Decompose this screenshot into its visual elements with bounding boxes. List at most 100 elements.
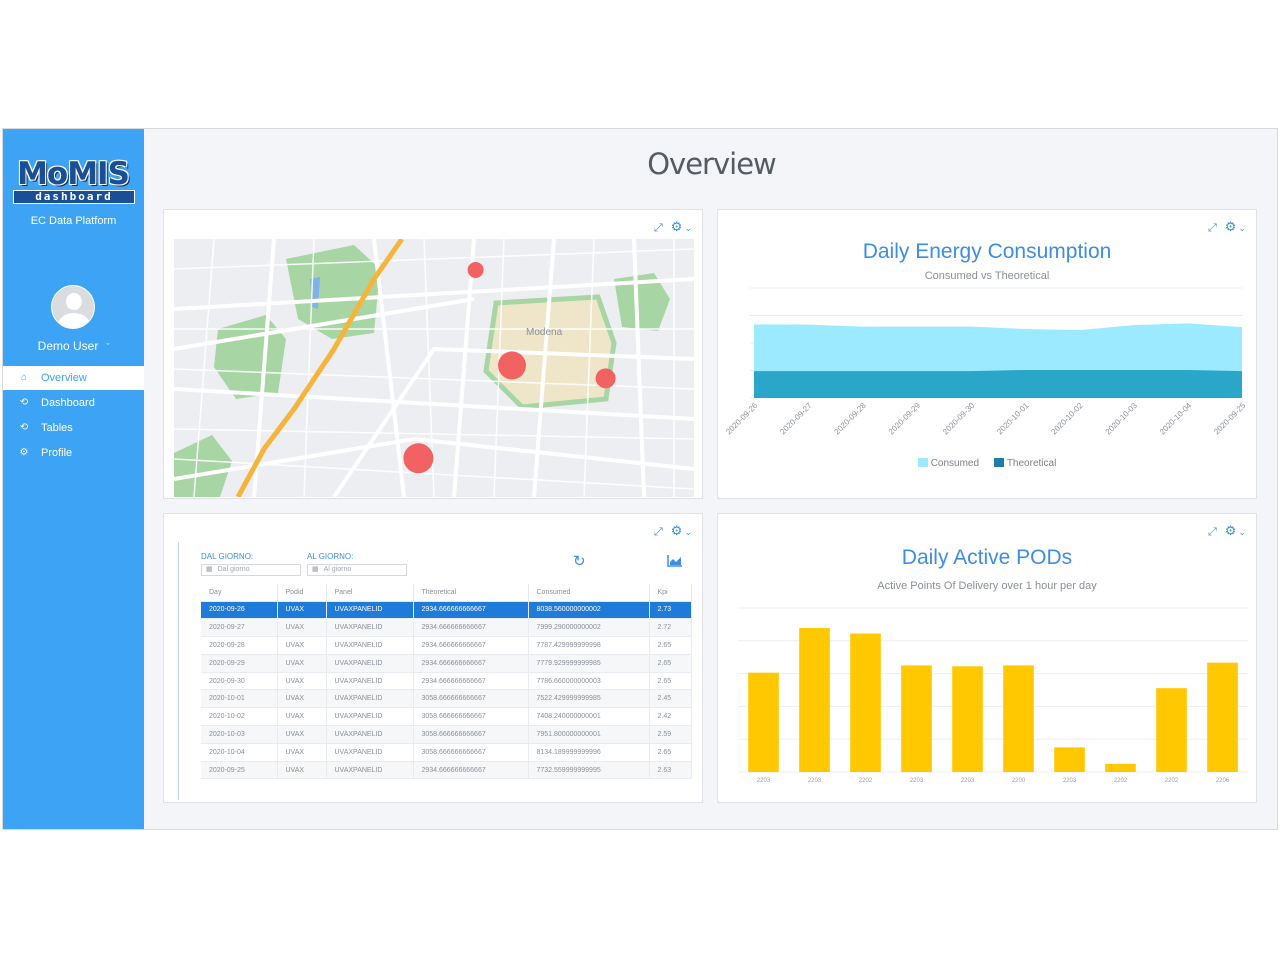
bar-9[interactable] [1207,662,1238,772]
table-cell: 2.72 [649,618,692,638]
column-header-kpi[interactable]: Kpi [649,584,692,602]
table-row[interactable]: 2020-10-03 UVAX UVAXPANELID 3058.6666666666… [201,725,692,744]
x-tick-label: 2203 [1063,778,1077,784]
sidebar-item-dashboard[interactable]: ⟲ Dashboard [3,391,144,415]
avatar[interactable] [51,285,95,329]
legend-item-consumed[interactable]: Consumed [917,458,979,469]
expand-icon[interactable]: ⤢ [654,222,663,235]
user-menu[interactable]: Demo User ˇ [3,339,144,353]
legend-item-theoretical[interactable]: Theoretical [993,458,1057,469]
map-view[interactable]: Modena [174,239,694,497]
column-header-consumed[interactable]: Consumed [528,584,650,602]
calendar-icon: ▦ [312,566,319,573]
table-cell: 2.42 [649,707,692,727]
map-marker-2[interactable] [595,368,616,389]
bar-6[interactable] [1054,747,1085,772]
table-cell: 2020-10-03 [201,725,278,744]
table-cell: 2934.666666666667 [413,654,529,673]
table-cell: UVAX [277,601,327,620]
bar-0[interactable] [748,672,779,772]
table-cell: 3058.666666666667 [413,743,529,762]
table-cell: 2.63 [649,761,692,780]
x-tick-label: 2206 [1216,778,1230,784]
table-cell: UVAX [277,725,327,744]
table-row[interactable]: 2020-10-01 UVAX UVAXPANELID 3058.6666666666… [201,689,692,709]
sidebar-item-profile[interactable]: ⚙ Profile [3,441,144,465]
table-container: DAL GIORNO: ▦ Dal giorno AL GIORNO: ▦ Al g… [178,542,692,800]
sidebar-item-overview[interactable]: ⌂ Overview [3,366,144,390]
table-cell: 7522.429999999985 [528,689,650,709]
table-cell: UVAXPANELID [326,618,414,638]
bar-4[interactable] [952,666,983,772]
x-tick-label: 2203 [808,778,822,784]
x-tick-label: 2020-10-02 [1049,401,1085,437]
history-icon: ⟲ [19,422,29,433]
x-tick-label: 2020-09-30 [941,401,977,437]
x-tick-label: 2020-09-27 [778,401,814,437]
gear-icon[interactable]: ⚙ [671,219,683,235]
sidebar-item-tables[interactable]: ⟲ Tables [3,416,144,440]
area-chart-icon[interactable] [667,554,683,567]
momis-logo[interactable]: MoMIS dashboard [9,157,137,209]
column-header-day[interactable]: Day [201,584,278,602]
bar-5[interactable] [1003,665,1034,772]
refresh-icon[interactable]: ↻ [573,552,586,570]
gear-icon[interactable]: ⚙ [671,523,683,539]
table-row[interactable]: 2020-09-25 UVAX UVAXPANELID 2934.6666666666… [201,761,692,780]
table-row[interactable]: 2020-10-04 UVAX UVAXPANELID 3058.6666666666… [201,743,692,762]
map-marker-0[interactable] [467,261,484,278]
column-header-panel[interactable]: Panel [326,584,414,602]
area-series-theoretical[interactable] [754,369,1242,398]
table-cell: 2934.666666666667 [413,601,529,620]
table-cell: UVAXPANELID [326,707,414,727]
bar-8[interactable] [1156,688,1187,772]
from-date-input[interactable]: ▦ Dal giorno [201,564,301,576]
table-cell: 2020-09-27 [201,618,278,638]
table-row[interactable]: 2020-09-29 UVAX UVAXPANELID 2934.6666666666… [201,654,692,673]
logo-wordmark: MoMIS [17,156,130,192]
x-tick-label: 2020-09-26 [724,401,760,437]
table-cell: 2934.666666666667 [413,761,529,780]
table-cell: UVAX [277,707,327,727]
column-header-theoretical[interactable]: Theoretical [413,584,529,602]
page-title: Overview [647,147,777,181]
table-cell: UVAXPANELID [326,689,414,709]
bar-1[interactable] [799,628,830,772]
bar-3[interactable] [901,665,932,772]
home-icon: ⌂ [20,372,28,383]
table-panel: ⤢ ⚙ ⌄ DAL GIORNO: ▦ Dal giorno AL GIORNO: ▦… [163,513,703,803]
table-cell: 2020-09-30 [201,672,278,691]
table-cell: UVAX [277,636,327,655]
x-tick-label: 2020-09-28 [833,401,869,437]
to-date-input[interactable]: ▦ Al giorno [307,564,407,576]
table-cell: 2934.666666666667 [413,636,529,655]
caret-icon: ˇ [106,342,110,352]
bar-2[interactable] [850,633,881,772]
energy-chart[interactable]: 2020-09-26 2020-09-27 2020-09-28 2020-09-29… [718,210,1258,500]
table-cell: 3058.666666666667 [413,707,529,727]
table-cell: 2.59 [649,725,692,744]
column-header-podid[interactable]: Podid [277,584,327,602]
x-tick-label: 2020-10-03 [1104,401,1140,437]
map-marker-1[interactable] [498,351,526,380]
chevron-down-icon[interactable]: ⌄ [684,223,692,234]
chevron-down-icon[interactable]: ⌄ [684,527,692,538]
table-cell: 2.73 [649,601,692,620]
table-row[interactable]: 2020-09-27 UVAX UVAXPANELID 2934.6666666666… [201,618,692,638]
map-marker-3[interactable] [403,443,434,474]
map-svg: Modena [174,239,694,497]
table-cell: 7786.660000000003 [528,672,650,691]
table-cell: 8038.560000000002 [528,601,650,620]
legend-label: Theoretical [1006,458,1057,469]
pods-chart[interactable]: 2203 2203 2202 2203 2203 2200 2203 2202 2202 2206 [718,514,1258,804]
table-cell: 2020-09-26 [201,601,278,620]
table-row[interactable]: 2020-09-30 UVAX UVAXPANELID 2934.6666666666… [201,672,692,691]
x-tick-label: 2202 [1165,778,1179,784]
table-row[interactable]: 2020-10-02 UVAX UVAXPANELID 3058.6666666666… [201,707,692,727]
table-row[interactable]: 2020-09-26 UVAX UVAXPANELID 2934.6666666666… [201,601,692,620]
table-cell: UVAX [277,689,327,709]
bar-7[interactable] [1105,763,1136,772]
table-row[interactable]: 2020-09-28 UVAX UVAXPANELID 2934.6666666666… [201,636,692,655]
expand-icon[interactable]: ⤢ [654,526,663,539]
table-cell: 2.65 [649,636,692,655]
